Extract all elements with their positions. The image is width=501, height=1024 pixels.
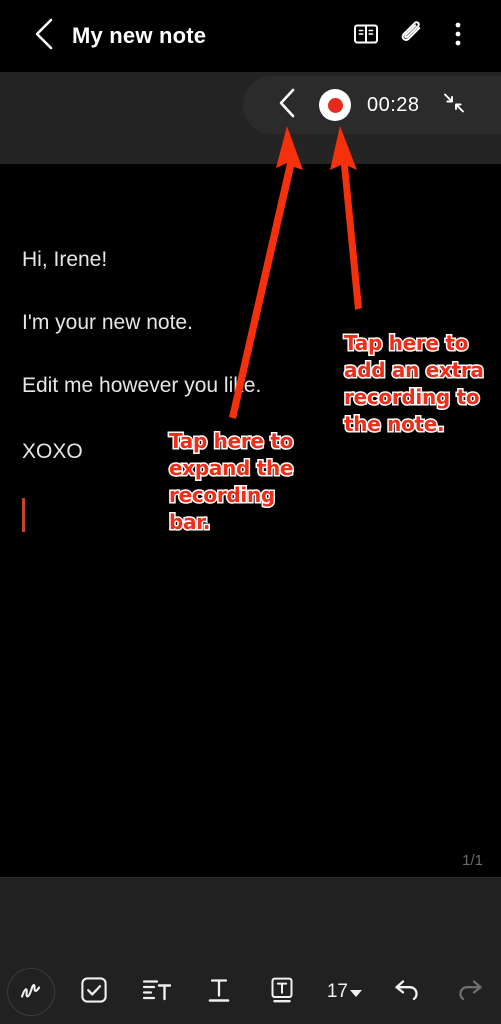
redo-arrow-icon bbox=[455, 977, 485, 1008]
page-indicator: 1/1 bbox=[462, 852, 483, 869]
format-toolbar: 17 bbox=[0, 960, 501, 1024]
collapse-arrows-icon bbox=[442, 91, 466, 120]
book-reading-mode-icon bbox=[353, 22, 379, 51]
handwriting-button[interactable] bbox=[0, 960, 63, 1024]
recording-timer: 00:28 bbox=[367, 93, 420, 116]
chevron-left-icon bbox=[277, 87, 297, 124]
text-format-button[interactable] bbox=[188, 960, 251, 1024]
recording-bar: 00:28 bbox=[243, 76, 501, 134]
t-in-box-icon bbox=[268, 976, 296, 1009]
pen-squiggle-icon bbox=[7, 968, 56, 1016]
more-vertical-icon bbox=[454, 20, 462, 53]
attachment-button[interactable] bbox=[389, 13, 435, 59]
recording-bar-record-button[interactable] bbox=[319, 89, 351, 121]
text-align-icon bbox=[142, 977, 172, 1008]
note-text-line: Edit me however you like. bbox=[22, 374, 262, 397]
recording-bar-band: 00:28 bbox=[0, 72, 501, 164]
redo-button[interactable] bbox=[438, 960, 501, 1024]
bottom-panel: 17 bbox=[0, 877, 501, 1024]
chevron-down-icon bbox=[350, 990, 362, 997]
paperclip-attachment-icon bbox=[399, 20, 425, 52]
checklist-button[interactable] bbox=[63, 960, 126, 1024]
note-text-line: Hi, Irene! bbox=[22, 248, 108, 271]
undo-button[interactable] bbox=[376, 960, 439, 1024]
back-button[interactable] bbox=[18, 10, 70, 62]
text-box-button[interactable] bbox=[251, 960, 314, 1024]
font-size-button[interactable]: 17 bbox=[313, 960, 376, 1024]
text-cursor bbox=[22, 498, 25, 532]
header-actions bbox=[343, 13, 501, 59]
text-underline-t-icon bbox=[205, 976, 233, 1009]
reading-mode-button[interactable] bbox=[343, 13, 389, 59]
record-dot-icon bbox=[327, 97, 343, 113]
recording-bar-back-chevron[interactable] bbox=[261, 79, 313, 131]
font-size-value: 17 bbox=[326, 981, 348, 1002]
page-title: My new note bbox=[72, 23, 207, 48]
more-options-button[interactable] bbox=[435, 13, 481, 59]
checkbox-icon bbox=[80, 976, 108, 1009]
undo-arrow-icon bbox=[392, 977, 422, 1008]
paragraph-style-button[interactable] bbox=[125, 960, 188, 1024]
note-text-line: XOXO bbox=[22, 440, 83, 463]
note-text-line: I'm your new note. bbox=[22, 311, 193, 334]
chevron-left-icon bbox=[33, 17, 55, 56]
recording-bar-minimize-button[interactable] bbox=[432, 83, 476, 127]
app-header: My new note bbox=[0, 0, 501, 72]
